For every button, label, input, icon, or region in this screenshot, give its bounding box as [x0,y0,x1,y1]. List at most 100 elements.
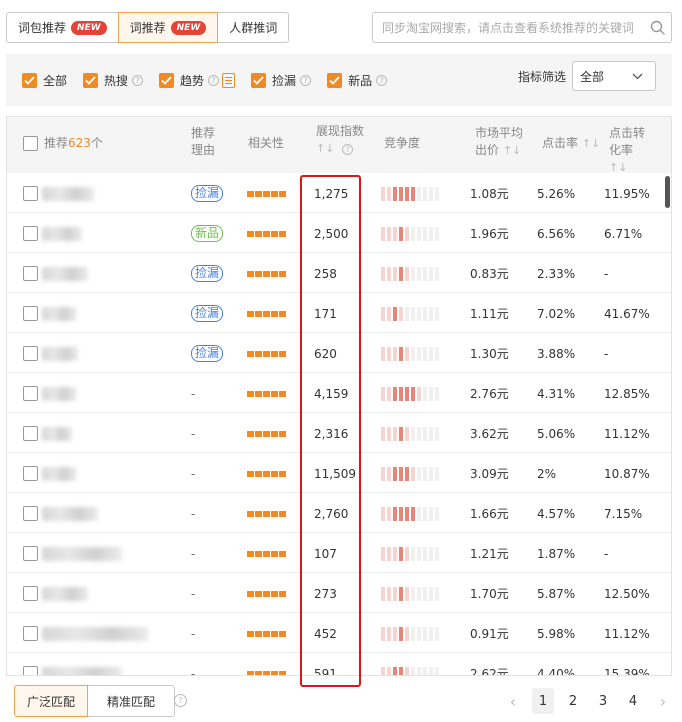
competition-bar [423,186,427,201]
metric-select[interactable]: 全部 [572,61,656,91]
table-row[interactable]: - 107 1.21元 1.87% - [7,534,671,573]
filter-trend[interactable]: 趋势 ? [159,72,236,89]
row-checkbox[interactable] [23,586,38,601]
competition-bar [417,586,421,601]
table-row[interactable]: - 2,316 3.62元 5.06% 11.12% [7,414,671,453]
tab-crowd-words[interactable]: 人群推词 [217,12,290,43]
page-1[interactable]: 1 [532,688,554,714]
header-ctr-label: 点击率 [542,136,579,150]
header-ctr[interactable]: 点击率 ↑↓ [542,135,600,152]
competition-bars [381,586,439,601]
row-checkbox[interactable] [23,666,38,675]
scrollbar-thumb[interactable] [665,176,670,208]
competition-bar [435,226,439,241]
row-checkbox[interactable] [23,506,38,521]
filter-all[interactable]: 全部 [22,72,67,89]
question-circle-icon[interactable]: ? [342,144,354,155]
competition-bar [411,266,415,281]
checkmark-icon[interactable] [83,72,99,88]
checkmark-icon[interactable] [159,72,175,88]
relevance-cell [247,254,286,293]
competition-bar [411,586,415,601]
header-avg-bid[interactable]: 市场平均出价 ↑↓ [475,125,525,159]
table-row[interactable]: - 4,159 2.76元 4.31% 12.85% [7,374,671,413]
row-checkbox[interactable] [23,226,38,241]
select-all-checkbox[interactable] [23,136,38,151]
competition-bar [435,186,439,201]
table-row[interactable]: 新品 2,500 1.96元 6.56% 6.71% [7,214,671,253]
header-impressions[interactable]: 展现指数 ↑↓ ? [316,123,364,157]
chevron-left-icon[interactable]: ‹ [502,688,524,714]
question-circle-icon[interactable]: ? [132,74,144,86]
relevance-cell [247,374,286,413]
table-row[interactable]: 捡漏 171 1.11元 7.02% 41.67% [7,294,671,333]
row-checkbox[interactable] [23,626,38,641]
table-row[interactable]: - 591 2.62元 4.40% 15.39% [7,654,671,676]
relevance-dot [263,630,270,637]
checkmark-icon[interactable] [22,72,37,88]
reason-cell: - [191,454,195,493]
cvr-cell: 7.15% [604,506,643,521]
row-checkbox[interactable] [23,546,38,561]
table-row[interactable]: - 452 0.91元 5.98% 11.12% [7,614,671,653]
row-checkbox[interactable] [23,466,38,481]
competition-bar [399,186,403,201]
row-checkbox[interactable] [23,306,38,321]
question-circle-icon[interactable]: ? [300,74,312,86]
question-circle-icon[interactable]: ? [208,74,220,86]
broad-match-button[interactable]: 广泛匹配 [14,685,88,717]
row-checkbox[interactable] [23,386,38,401]
relevance-dot [263,590,270,597]
header-competition: 竞争度 [384,136,421,150]
exact-match-button[interactable]: 精准匹配 [87,685,175,717]
header-cvr[interactable]: 点击转化率 ↑↓ [609,125,651,176]
competition-bar [435,506,439,521]
relevance-dot [263,350,270,357]
question-circle-icon[interactable]: ? [376,74,388,86]
row-checkbox[interactable] [23,186,38,201]
ctr-cell: 3.88% [537,346,576,361]
question-circle-icon[interactable]: ? [174,694,187,707]
filter-new[interactable]: 新品 ? [327,72,388,89]
relevance-dot [271,670,278,675]
tab-word-recommend[interactable]: 词推荐 NEW [117,12,219,43]
sort-icon[interactable]: ↑↓ [609,161,627,174]
checkmark-icon[interactable] [327,72,343,88]
sort-icon[interactable]: ↑↓ [316,142,334,155]
filter-hot[interactable]: 热搜 ? [83,72,144,89]
tab-word-package[interactable]: 词包推荐 NEW [6,12,119,43]
table-row[interactable]: - 2,760 1.66元 4.57% 7.15% [7,494,671,533]
sort-icon[interactable]: ↑↓ [582,137,600,150]
cvr-cell: 11.12% [604,626,650,641]
document-icon[interactable] [222,72,236,88]
chevron-right-icon[interactable]: › [652,688,674,714]
reason-cell: - [191,654,195,676]
row-checkbox[interactable] [23,346,38,361]
row-checkbox[interactable] [23,266,38,281]
competition-bar [387,586,391,601]
row-checkbox[interactable] [23,426,38,441]
magnifier-icon[interactable] [645,14,671,42]
competition-bar [411,666,415,675]
table-row[interactable]: 捡漏 258 0.83元 2.33% - [7,254,671,293]
checkmark-icon[interactable] [251,72,267,88]
relevance-dot [279,230,286,237]
competition-cell [381,294,439,333]
table-row[interactable]: 捡漏 620 1.30元 3.88% - [7,334,671,373]
relevance-dot [271,590,278,597]
page-2[interactable]: 2 [562,688,584,714]
competition-bar [405,666,409,675]
table-row[interactable]: - 11,509 3.09元 2% 10.87% [7,454,671,493]
table-row[interactable]: - 273 1.70元 5.87% 12.50% [7,574,671,613]
competition-bar [381,586,385,601]
sort-icon[interactable]: ↑↓ [503,144,521,157]
relevance-cell [247,334,286,373]
relevance-dots [247,510,286,517]
reason-empty: - [191,546,196,561]
page-4[interactable]: 4 [622,688,644,714]
competition-bar [381,306,385,321]
filter-bargain[interactable]: 捡漏 ? [251,72,312,89]
search-input[interactable] [373,13,645,42]
page-3[interactable]: 3 [592,688,614,714]
table-row[interactable]: 捡漏 1,275 1.08元 5.26% 11.95% [7,174,671,213]
